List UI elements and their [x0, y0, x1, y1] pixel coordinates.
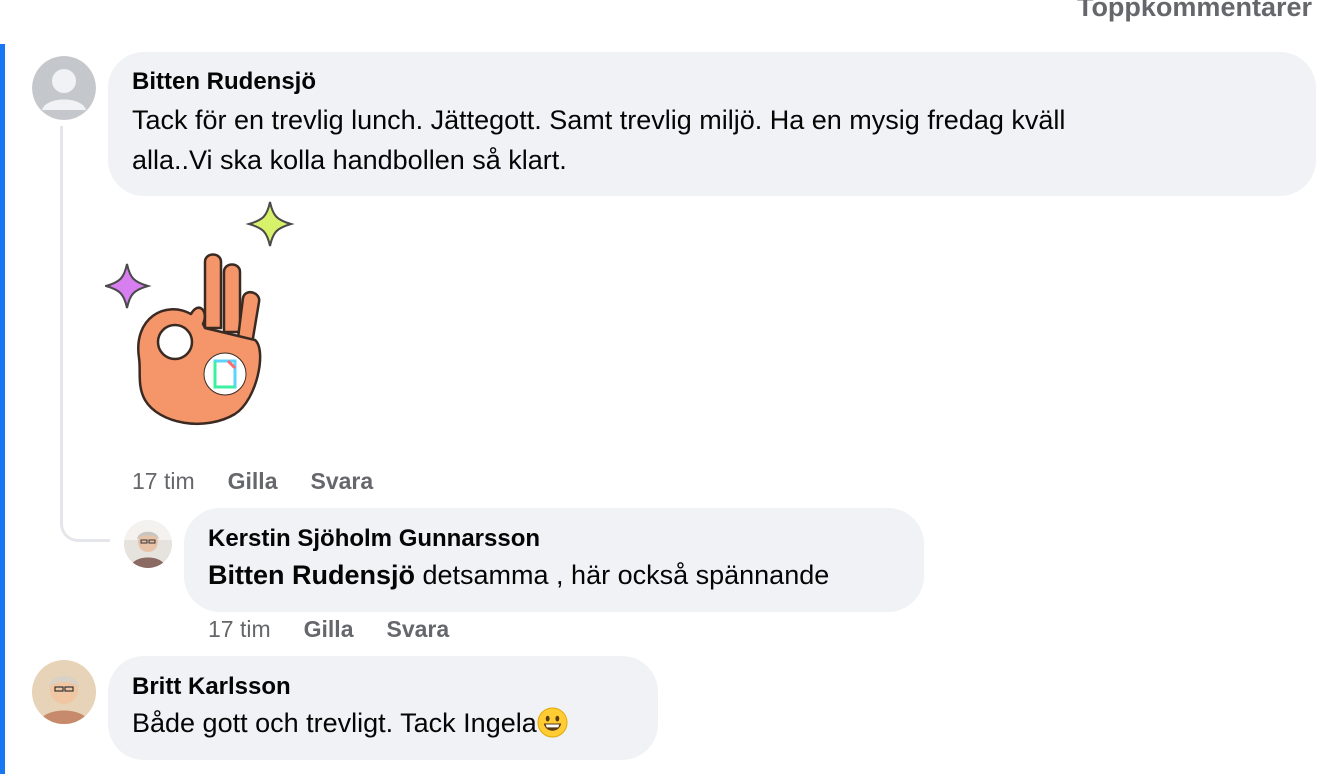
active-thread-indicator — [0, 44, 5, 774]
grinning-face-icon — [537, 707, 568, 738]
comment-bubble: Bitten Rudensjö Tack för en trevlig lunc… — [108, 52, 1316, 196]
user-photo-icon — [32, 660, 96, 724]
comment-timestamp[interactable]: 17 tim — [132, 468, 195, 495]
comment-text: Bitten Rudensjö detsamma , här också spä… — [208, 555, 900, 595]
comment-text-line: Tack för en trevlig lunch. Jättegott. Sa… — [132, 105, 1066, 135]
comment-text-body: detsamma , här också spännande — [415, 560, 830, 590]
reply-thread-connector — [60, 126, 110, 542]
like-button[interactable]: Gilla — [228, 468, 278, 495]
sparkle-icon — [102, 263, 152, 309]
comment-bubble: Britt Karlsson Både gott och trevligt. T… — [108, 656, 658, 760]
comment-text-body: Både gott och trevligt. Tack Ingela — [132, 708, 537, 738]
reply-button[interactable]: Svara — [387, 616, 450, 643]
sparkle-icon — [245, 201, 295, 247]
comment-author[interactable]: Kerstin Sjöholm Gunnarsson — [208, 525, 900, 553]
comment-text-line: alla..Vi ska kolla handbollen så klart. — [132, 145, 567, 175]
sort-comments-dropdown[interactable]: Toppkommentarer — [1077, 0, 1312, 23]
comment-author[interactable]: Britt Karlsson — [132, 673, 634, 701]
comment-timestamp[interactable]: 17 tim — [208, 616, 271, 643]
sticker-logo-icon — [203, 352, 247, 396]
avatar[interactable] — [32, 660, 96, 724]
ok-hand-sticker[interactable] — [102, 200, 305, 430]
like-button[interactable]: Gilla — [304, 616, 354, 643]
reply-bubble: Kerstin Sjöholm Gunnarsson Bitten Rudens… — [184, 508, 924, 612]
comment-actions: 17 tim Gilla Svara — [132, 468, 373, 495]
reply-button[interactable]: Svara — [311, 468, 374, 495]
mention-link[interactable]: Bitten Rudensjö — [208, 560, 415, 590]
comment-text: Både gott och trevligt. Tack Ingela — [132, 703, 634, 743]
comment-author[interactable]: Bitten Rudensjö — [132, 68, 1292, 96]
comment-actions: 17 tim Gilla Svara — [208, 616, 449, 643]
avatar[interactable] — [124, 520, 172, 568]
user-photo-icon — [124, 520, 172, 568]
default-user-icon — [32, 56, 96, 120]
avatar-default[interactable] — [32, 56, 96, 120]
comment-text: Tack för en trevlig lunch. Jättegott. Sa… — [132, 100, 1292, 180]
